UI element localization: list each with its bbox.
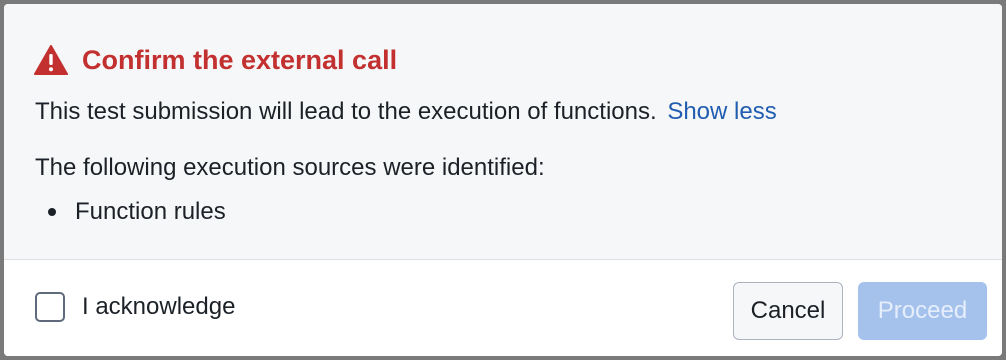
dialog-footer: I acknowledge Cancel Proceed <box>4 260 1002 356</box>
proceed-button[interactable]: Proceed <box>858 282 987 340</box>
acknowledge-checkbox[interactable] <box>35 292 65 322</box>
show-less-link[interactable]: Show less <box>667 98 776 125</box>
description-text: This test submission will lead to the ex… <box>35 98 657 125</box>
dialog-title: Confirm the external call <box>82 44 398 75</box>
sources-heading: The following execution sources were ide… <box>35 154 545 181</box>
warning-triangle-icon <box>34 45 68 75</box>
dialog-body: Confirm the external call This test subm… <box>4 4 1002 260</box>
source-label: Function rules <box>75 198 226 225</box>
acknowledge-checkbox-control[interactable]: I acknowledge <box>35 292 235 322</box>
dialog-header: Confirm the external call <box>34 42 397 78</box>
dialog-description: This test submission will lead to the ex… <box>35 98 777 126</box>
confirm-dialog: Confirm the external call This test subm… <box>4 4 1002 356</box>
cancel-button[interactable]: Cancel <box>733 282 843 340</box>
sources-list: Function rules <box>35 198 226 226</box>
bullet-icon <box>48 208 56 216</box>
list-item: Function rules <box>35 198 226 226</box>
acknowledge-label[interactable]: I acknowledge <box>82 293 235 321</box>
